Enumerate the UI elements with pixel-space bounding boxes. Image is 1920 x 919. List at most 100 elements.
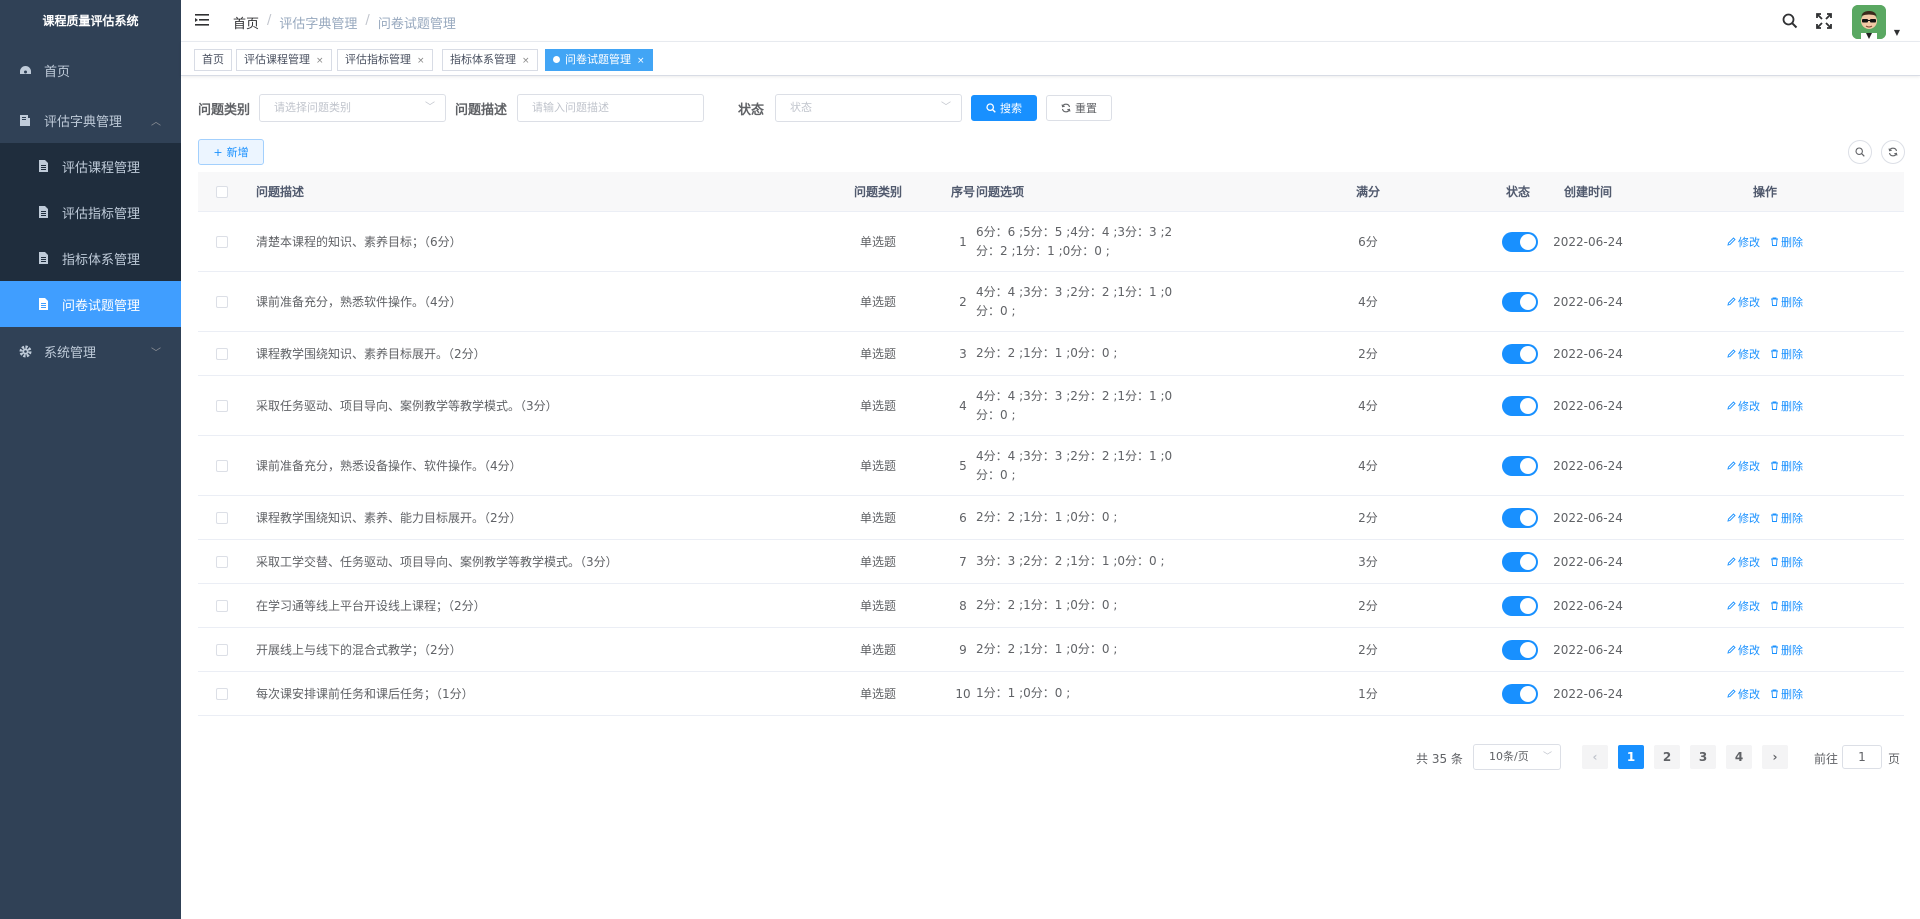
edit-button[interactable]: 修改 <box>1727 234 1760 250</box>
desc-input[interactable]: 请输入问题描述 <box>517 94 704 122</box>
delete-button[interactable]: 删除 <box>1770 642 1803 658</box>
option-line: 分：0 ; <box>976 407 1016 422</box>
option-line: 3分：3 ;2分：2 ;1分：1 ;0分：0 ; <box>976 554 1165 568</box>
tag-indicator-system[interactable]: 指标体系管理 × <box>442 49 538 71</box>
row-actions: 修改 删除 <box>1705 376 1825 435</box>
trash-icon <box>1771 349 1778 358</box>
goto-page-input[interactable]: 1 <box>1842 745 1882 769</box>
row-checkbox[interactable] <box>216 599 228 612</box>
edit-icon <box>1727 461 1736 470</box>
col-options: 问题选项 <box>976 185 1025 199</box>
edit-button[interactable]: 修改 <box>1727 510 1760 526</box>
sidebar-item-home[interactable]: 首页 <box>0 47 181 93</box>
delete-button[interactable]: 删除 <box>1770 458 1803 474</box>
search-button[interactable]: 搜索 <box>971 95 1037 121</box>
question-score: 6分 <box>1358 235 1378 249</box>
edit-button[interactable]: 修改 <box>1727 346 1760 362</box>
delete-button[interactable]: 删除 <box>1770 346 1803 362</box>
question-desc: 采取工学交替、任务驱动、项目导向、案例教学等教学模式。（3分） <box>256 555 618 569</box>
edit-button[interactable]: 修改 <box>1727 686 1760 702</box>
category-placeholder: 请选择问题类别 <box>274 101 351 114</box>
status-select[interactable]: 状态 ﹀ <box>775 94 962 122</box>
toggle-search-button[interactable] <box>1848 140 1872 164</box>
edit-button[interactable]: 修改 <box>1727 398 1760 414</box>
edit-button[interactable]: 修改 <box>1727 294 1760 310</box>
search-icon <box>1855 147 1865 157</box>
table-row: 采取工学交替、任务驱动、项目导向、案例教学等教学模式。（3分） 单选题 7 3分：3 … <box>198 540 1904 584</box>
options-text: 3分：3 ;2分：2 ;1分：1 ;0分：0 ; <box>976 552 1165 571</box>
sidebar-item-course[interactable]: 评估课程管理 <box>0 143 181 189</box>
close-icon[interactable]: × <box>637 56 645 66</box>
tag-questionnaire[interactable]: 问卷试题管理 × <box>545 49 653 71</box>
breadcrumb-home[interactable]: 首页 <box>233 13 259 32</box>
page-button[interactable]: 3 <box>1690 745 1716 769</box>
row-checkbox[interactable] <box>216 687 228 700</box>
row-checkbox[interactable] <box>216 295 228 308</box>
close-icon[interactable]: × <box>417 56 425 66</box>
delete-button[interactable]: 删除 <box>1770 686 1803 702</box>
page-button[interactable]: 1 <box>1618 745 1644 769</box>
refresh-button[interactable] <box>1881 140 1905 164</box>
add-button[interactable]: + 新增 <box>198 139 264 165</box>
category-label: 问题类别 <box>198 103 251 118</box>
question-type: 单选题 <box>859 399 896 413</box>
tag-home[interactable]: 首页 <box>194 49 232 71</box>
option-line: 2分：2 ;1分：1 ;0分：0 ; <box>976 598 1118 612</box>
caret-down-icon[interactable]: ▼ <box>1894 28 1900 37</box>
col-desc: 问题描述 <box>256 185 305 199</box>
page-button[interactable]: 4 <box>1726 745 1752 769</box>
reset-button[interactable]: 重置 <box>1046 95 1112 121</box>
delete-button[interactable]: 删除 <box>1770 234 1803 250</box>
fullscreen-icon[interactable] <box>1816 13 1832 32</box>
question-score: 4分 <box>1358 295 1378 309</box>
edit-button[interactable]: 修改 <box>1727 642 1760 658</box>
hamburger-icon[interactable] <box>195 13 211 27</box>
row-checkbox[interactable] <box>216 399 228 412</box>
page-size-select[interactable]: 10条/页 ﹀ <box>1473 744 1561 770</box>
search-icon[interactable] <box>1782 13 1798 32</box>
delete-label: 删除 <box>1781 347 1803 361</box>
row-checkbox[interactable] <box>216 643 228 656</box>
prev-page-button[interactable]: ‹ <box>1582 745 1608 769</box>
options-text: 4分：4 ;3分：3 ;2分：2 ;1分：1 ;0 分：0 ; <box>976 283 1172 321</box>
sidebar-item-indicator-system[interactable]: 指标体系管理 <box>0 235 181 281</box>
row-checkbox[interactable] <box>216 555 228 568</box>
row-checkbox[interactable] <box>216 347 228 360</box>
delete-button[interactable]: 删除 <box>1770 554 1803 570</box>
question-desc: 每次课安排课前任务和课后任务；（1分） <box>256 687 474 701</box>
created-date: 2022-06-24 <box>1553 598 1623 613</box>
sidebar-item-questionnaire[interactable]: 问卷试题管理 <box>0 281 181 327</box>
created-date: 2022-06-24 <box>1553 458 1623 473</box>
category-select[interactable]: 请选择问题类别 ﹀ <box>259 94 446 122</box>
sidebar-item-system[interactable]: 系统管理 ﹀ <box>0 328 181 374</box>
page-button[interactable]: 2 <box>1654 745 1680 769</box>
delete-button[interactable]: 删除 <box>1770 598 1803 614</box>
avatar[interactable] <box>1852 5 1886 39</box>
tag-label: 问卷试题管理 <box>565 53 631 66</box>
options-text: 1分：1 ;0分：0 ; <box>976 684 1070 703</box>
edit-button[interactable]: 修改 <box>1727 554 1760 570</box>
edit-button[interactable]: 修改 <box>1727 598 1760 614</box>
row-checkbox[interactable] <box>216 511 228 524</box>
option-line: 2分：2 ;1分：1 ;0分：0 ; <box>976 346 1118 360</box>
delete-button[interactable]: 删除 <box>1770 510 1803 526</box>
tag-course[interactable]: 评估课程管理 × <box>236 49 332 71</box>
sidebar-item-dictionary[interactable]: 评估字典管理 ︿ <box>0 97 181 143</box>
delete-button[interactable]: 删除 <box>1770 398 1803 414</box>
sidebar-item-indicator[interactable]: 评估指标管理 <box>0 189 181 235</box>
next-page-button[interactable]: › <box>1762 745 1788 769</box>
edit-button[interactable]: 修改 <box>1727 458 1760 474</box>
delete-button[interactable]: 删除 <box>1770 294 1803 310</box>
question-type: 单选题 <box>859 511 896 525</box>
close-icon[interactable]: × <box>316 56 324 66</box>
question-type: 单选题 <box>859 459 896 473</box>
question-score: 2分 <box>1358 599 1378 613</box>
row-checkbox[interactable] <box>216 235 228 248</box>
close-icon[interactable]: × <box>522 56 530 66</box>
delete-label: 删除 <box>1781 599 1803 613</box>
edit-icon <box>1727 513 1736 522</box>
row-checkbox[interactable] <box>216 459 228 472</box>
select-all-checkbox[interactable] <box>216 185 228 198</box>
tag-indicator[interactable]: 评估指标管理 × <box>337 49 433 71</box>
question-score: 2分 <box>1358 643 1378 657</box>
